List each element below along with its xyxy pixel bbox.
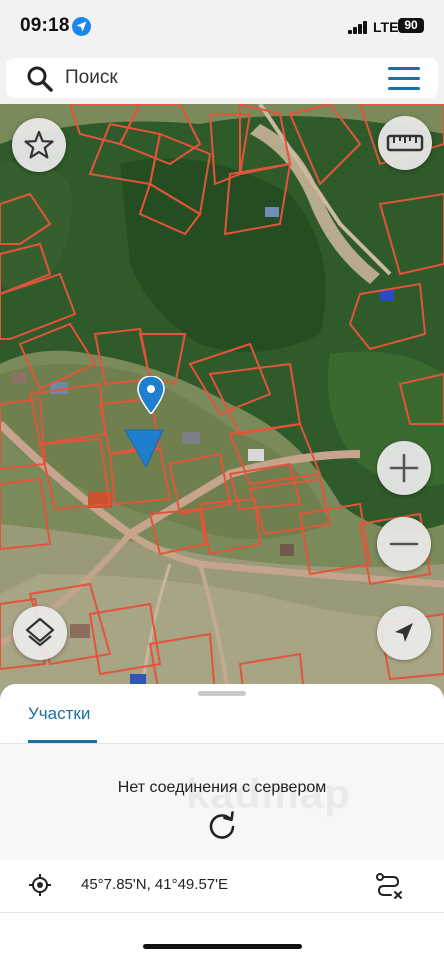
zoom-in-button[interactable] — [377, 441, 431, 495]
current-position-arrow-icon — [124, 429, 164, 468]
search-input[interactable]: Поиск — [65, 67, 118, 89]
location-pin-icon[interactable] — [137, 376, 165, 414]
network-type: LTE — [373, 19, 399, 35]
status-bar: 09:18 LTE 90 — [0, 0, 444, 54]
ruler-icon — [386, 134, 424, 152]
battery-indicator: 90 — [398, 18, 424, 33]
bottom-sheet: Участки kadmap Нет соединения с сервером… — [0, 684, 444, 960]
tab-plots[interactable]: Участки — [28, 704, 90, 724]
favorites-button[interactable] — [12, 118, 66, 172]
location-services-icon — [72, 17, 91, 36]
star-icon — [24, 130, 54, 159]
sheet-drag-handle[interactable] — [198, 691, 246, 696]
layers-icon — [25, 617, 55, 647]
refresh-icon[interactable] — [206, 809, 238, 841]
connection-status-panel: kadmap Нет соединения с сервером — [0, 744, 444, 860]
app-root: 09:18 LTE 90 Поиск Участки kadmap Нет со… — [0, 0, 444, 960]
status-time: 09:18 — [20, 15, 70, 36]
navigation-arrow-icon — [395, 623, 413, 642]
cellular-signal-icon — [348, 21, 368, 34]
search-icon — [27, 66, 53, 92]
connection-error-message: Нет соединения с сервером — [117, 779, 327, 796]
route-icon[interactable] — [374, 871, 404, 901]
menu-icon[interactable] — [388, 67, 420, 91]
plus-icon — [389, 453, 419, 483]
coordinates-row[interactable]: 45°7.85'N, 41°49.57'E — [0, 860, 444, 912]
divider — [0, 912, 444, 913]
map-view[interactable] — [0, 104, 444, 704]
crosshair-icon — [29, 874, 51, 896]
my-location-button[interactable] — [377, 606, 431, 660]
minus-icon — [389, 542, 419, 546]
coordinates-value[interactable]: 45°7.85'N, 41°49.57'E — [81, 876, 228, 893]
search-bar[interactable]: Поиск — [6, 58, 438, 98]
home-indicator[interactable] — [143, 944, 302, 949]
ruler-button[interactable] — [378, 116, 432, 170]
zoom-out-button[interactable] — [377, 517, 431, 571]
layers-button[interactable] — [13, 606, 67, 660]
